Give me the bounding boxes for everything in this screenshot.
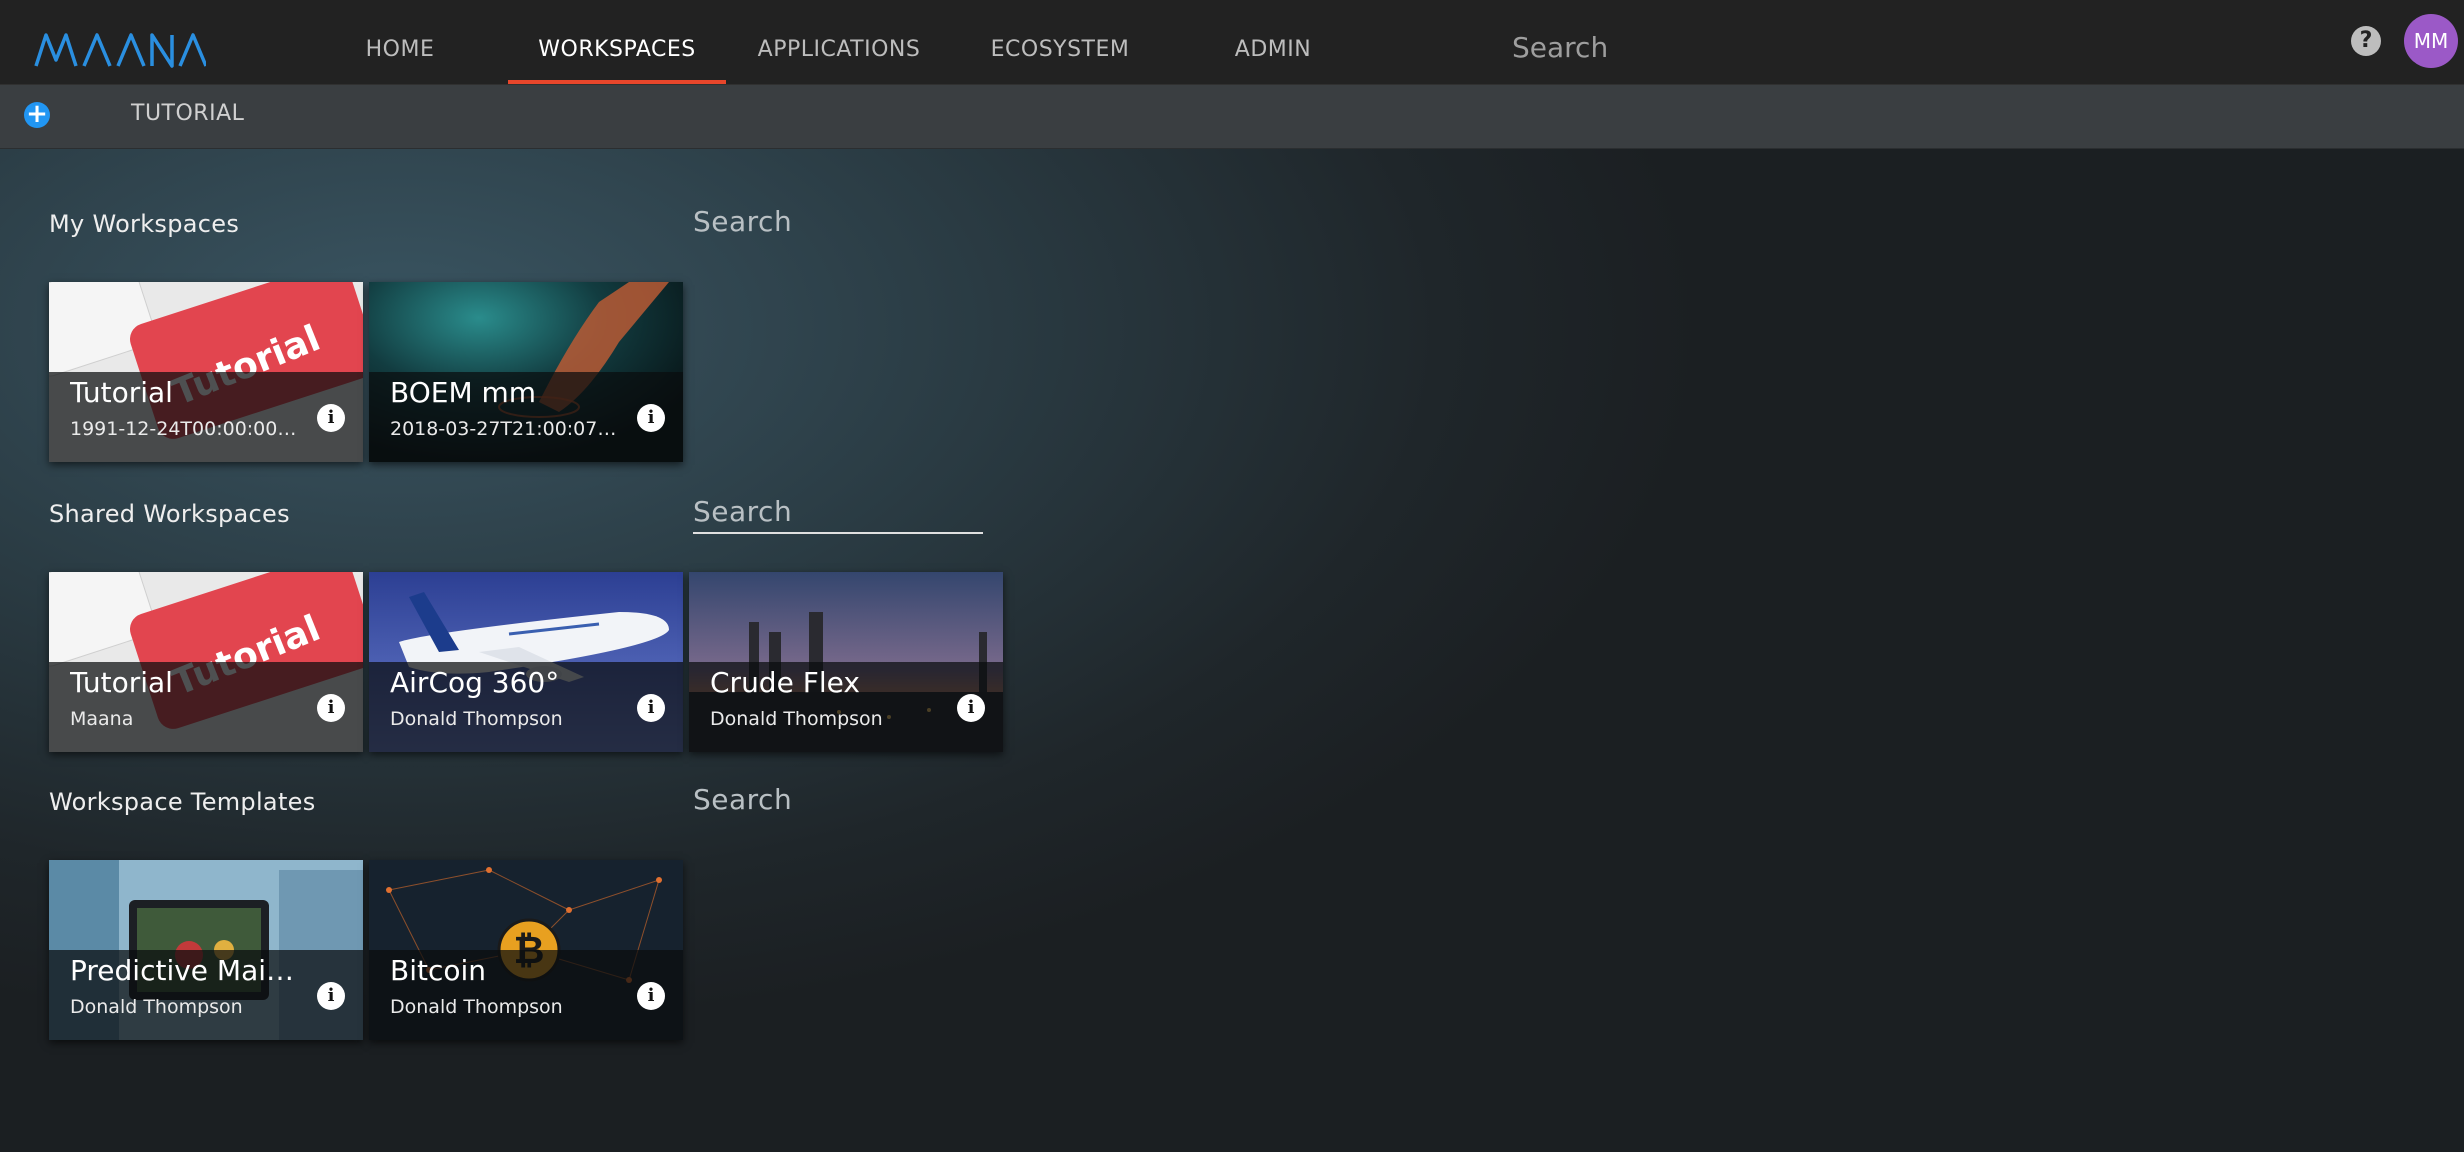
top-nav-bar: HOME WORKSPACES APPLICATIONS ECOSYSTEM A…	[0, 0, 2464, 85]
maana-logo[interactable]	[34, 30, 206, 70]
card-caption: Bitcoin Donald Thompson i	[369, 950, 683, 1040]
card-title: Crude Flex	[710, 666, 860, 699]
shared-workspaces-search-input[interactable]: Search	[693, 495, 983, 534]
card-caption: Crude Flex Donald Thompson i	[689, 662, 1003, 752]
tab-tutorial[interactable]: TUTORIAL	[131, 101, 244, 126]
info-icon[interactable]: i	[317, 694, 345, 722]
nav-ecosystem[interactable]: ECOSYSTEM	[978, 0, 1142, 84]
workspace-card[interactable]: Tutorial Tutorial Maana i	[49, 572, 363, 752]
workspace-card[interactable]: Tutorial Tutorial 1991-12-24T00:00:00.00…	[49, 282, 363, 462]
question-icon[interactable]: ?	[2351, 26, 2381, 56]
card-subtitle: Donald Thompson	[710, 708, 883, 730]
template-card[interactable]: Predictive Maintenance Donald Thompson i	[49, 860, 363, 1040]
plus-icon[interactable]: +	[24, 101, 50, 128]
card-subtitle: Donald Thompson	[390, 708, 563, 730]
workspace-card[interactable]: Crude Flex Donald Thompson i	[689, 572, 1003, 752]
workspace-tab-bar: + TUTORIAL	[0, 85, 2464, 149]
card-subtitle: 2018-03-27T21:00:07.325Z	[390, 418, 620, 440]
card-title: Tutorial	[70, 666, 173, 699]
global-search-input[interactable]: Search	[1512, 26, 1812, 70]
info-icon[interactable]: i	[637, 982, 665, 1010]
my-workspaces-search-input[interactable]: Search	[693, 205, 792, 238]
workspace-card[interactable]: AirCog 360° Donald Thompson i	[369, 572, 683, 752]
card-title: Bitcoin	[390, 954, 487, 987]
card-subtitle: Donald Thompson	[390, 996, 563, 1018]
info-icon[interactable]: i	[957, 694, 985, 722]
section-title-shared-workspaces: Shared Workspaces	[49, 500, 290, 528]
card-caption: AirCog 360° Donald Thompson i	[369, 662, 683, 752]
info-icon[interactable]: i	[637, 694, 665, 722]
section-title-my-workspaces: My Workspaces	[49, 210, 240, 238]
card-caption: BOEM mm 2018-03-27T21:00:07.325Z i	[369, 372, 683, 462]
info-icon[interactable]: i	[317, 982, 345, 1010]
card-title: Tutorial	[70, 376, 173, 409]
card-caption: Tutorial Maana i	[49, 662, 363, 752]
templates-search-input[interactable]: Search	[693, 783, 792, 816]
template-card[interactable]: ₿ Bitcoin Donald Thompson i	[369, 860, 683, 1040]
card-title: BOEM mm	[390, 376, 537, 409]
info-icon[interactable]: i	[317, 404, 345, 432]
card-title: AirCog 360°	[390, 666, 560, 699]
card-title: Predictive Maintenance	[70, 954, 310, 987]
card-subtitle: Maana	[70, 708, 134, 730]
nav-applications[interactable]: APPLICATIONS	[748, 0, 930, 84]
nav-admin[interactable]: ADMIN	[1218, 0, 1328, 84]
section-title-workspace-templates: Workspace Templates	[49, 788, 316, 816]
user-avatar[interactable]: MM	[2404, 14, 2458, 68]
workspaces-main: My Workspaces Search Tutorial Tutorial 1…	[0, 149, 2464, 1152]
card-subtitle: Donald Thompson	[70, 996, 243, 1018]
card-subtitle: 1991-12-24T00:00:00.000Z	[70, 418, 300, 440]
info-icon[interactable]: i	[637, 404, 665, 432]
workspace-card[interactable]: BOEM mm 2018-03-27T21:00:07.325Z i	[369, 282, 683, 462]
nav-home[interactable]: HOME	[350, 0, 450, 84]
nav-workspaces[interactable]: WORKSPACES	[508, 0, 726, 84]
card-caption: Predictive Maintenance Donald Thompson i	[49, 950, 363, 1040]
card-caption: Tutorial 1991-12-24T00:00:00.000Z i	[49, 372, 363, 462]
